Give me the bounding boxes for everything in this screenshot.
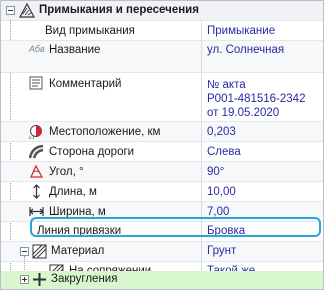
expand-toggle-curves[interactable] [20,275,29,284]
group-title: Примыкания и пересечения [39,4,199,16]
value-location[interactable]: 0,203 [207,126,236,138]
tree-line-nested [24,256,25,272]
row-curves[interactable]: Закругления [1,271,323,289]
label-road-side: Сторона дороги [49,146,135,158]
label-curves: Закругления [51,273,118,285]
label-junction-type: Вид примыкания [45,25,135,37]
location-half-circle-icon: 0,1 [29,125,42,139]
collapse-toggle[interactable] [6,6,15,15]
row-name[interactable]: Абв Название ул. Солнечная [1,41,323,73]
value-comment[interactable]: № акта Р001-481516-2342 от 19.05.2020 [207,78,305,120]
value-angle[interactable]: 90° [207,166,224,178]
value-junction-type[interactable]: Примыкание [207,25,275,37]
label-angle: Угол, ° [49,166,84,178]
group-header[interactable]: Примыкания и пересечения [1,1,323,21]
road-side-icon [29,144,44,159]
svg-text:0,1: 0,1 [29,135,35,139]
value-name[interactable]: ул. Солнечная [207,44,284,56]
row-angle[interactable]: Угол, ° 90° [1,162,323,182]
row-comment[interactable]: Комментарий № акта Р001-481516-2342 от 1… [1,73,323,122]
text-abv-icon: Абв [29,44,45,54]
value-length[interactable]: 10,00 [207,186,236,198]
value-material[interactable]: Грунт [207,245,236,257]
comment-lines-icon [29,76,43,90]
row-location[interactable]: 0,1 Местоположение, км 0,203 [1,122,323,142]
row-road-side[interactable]: Сторона дороги Слева [1,142,323,162]
label-length: Длина, м [49,186,97,198]
hatched-material-icon [32,244,47,259]
hatched-intersection-icon [18,2,36,18]
value-road-side[interactable]: Слева [207,146,241,158]
row-junction-type[interactable]: Вид примыкания Примыкание [1,21,323,41]
curves-icon [33,273,46,286]
selection-highlight [30,217,321,237]
length-arrow-icon [33,184,40,199]
label-material: Материал [51,245,105,257]
property-grid: Примыкания и пересечения Вид примыкания … [0,0,324,290]
label-comment: Комментарий [49,78,122,90]
collapse-toggle-material[interactable] [20,247,29,256]
row-material[interactable]: Материал Грунт [1,242,323,262]
row-length[interactable]: Длина, м 10,00 [1,182,323,202]
angle-icon [30,164,44,178]
label-name: Название [49,44,101,56]
label-location: Местоположение, км [49,126,161,138]
